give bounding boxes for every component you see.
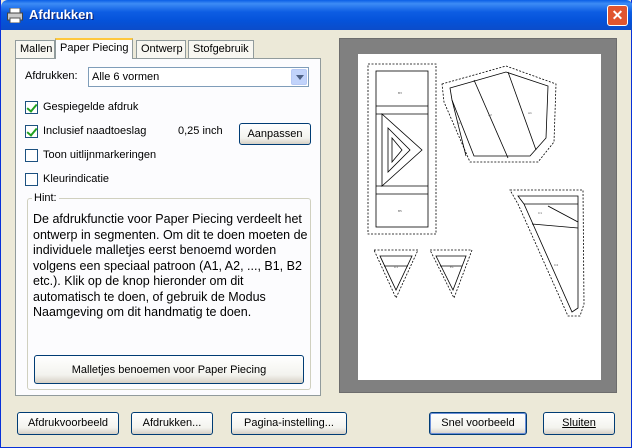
svg-text:A2: A2 — [488, 113, 492, 117]
tab-stofgebruik[interactable]: Stofgebruik — [188, 40, 254, 58]
print-select[interactable]: Alle 6 vormen — [88, 67, 309, 87]
page-setup-button[interactable]: Pagina-instelling... — [231, 412, 347, 435]
name-templates-button-label: Malletjes benoemen voor Paper Piecing — [71, 364, 267, 376]
name-templates-button[interactable]: Malletjes benoemen voor Paper Piecing — [34, 355, 304, 384]
preview-page: B3 B5 A2 A1 A3 C1 C4 D1 E1 — [358, 54, 601, 380]
print-preview-button-label: Afdrukvoorbeeld — [27, 417, 109, 429]
hint-text: De afdrukfunctie voor Paper Piecing verd… — [33, 212, 308, 319]
adjust-button-label: Aanpassen — [247, 128, 303, 140]
svg-text:E1: E1 — [450, 265, 454, 269]
quick-preview-button[interactable]: Snel voorbeeld — [429, 412, 527, 435]
svg-text:A1: A1 — [528, 111, 532, 115]
print-button[interactable]: Afdrukken... — [131, 412, 213, 435]
alignment-checkbox[interactable] — [25, 149, 38, 162]
mirrored-label[interactable]: Gespiegelde afdruk — [43, 101, 138, 113]
quick-preview-button-label: Snel voorbeeld — [441, 417, 515, 429]
svg-text:C1: C1 — [538, 211, 542, 215]
seam-checkbox[interactable] — [25, 125, 38, 138]
print-dialog: Afdrukken ✕ Mallen Paper Piecing Ontwerp… — [0, 0, 632, 448]
title-bar[interactable]: Afdrukken ✕ — [1, 0, 632, 30]
seam-label[interactable]: Inclusief naadtoeslag — [43, 125, 146, 137]
print-preview-button[interactable]: Afdrukvoorbeeld — [17, 412, 119, 435]
adjust-button[interactable]: Aanpassen — [239, 123, 311, 145]
svg-text:A3: A3 — [458, 121, 462, 125]
hint-legend: Hint: — [32, 192, 59, 204]
tab-ontwerp[interactable]: Ontwerp — [136, 40, 186, 58]
tab-paper-piecing[interactable]: Paper Piecing — [55, 38, 133, 59]
pattern-preview: B3 B5 A2 A1 A3 C1 C4 D1 E1 — [367, 63, 585, 317]
close-icon[interactable]: ✕ — [607, 5, 628, 26]
close-button-label: Sluiten — [562, 417, 596, 429]
color-label[interactable]: Kleurindicatie — [43, 173, 109, 185]
seam-value: 0,25 inch — [178, 125, 223, 137]
svg-text:C4: C4 — [554, 263, 558, 267]
window-title: Afdrukken — [29, 7, 94, 22]
print-button-label: Afdrukken... — [142, 417, 202, 429]
mirrored-checkbox[interactable] — [25, 101, 38, 114]
page-setup-button-label: Pagina-instelling... — [244, 417, 334, 429]
print-select-value: Alle 6 vormen — [92, 71, 160, 83]
chevron-down-icon[interactable] — [291, 69, 307, 85]
color-checkbox[interactable] — [25, 173, 38, 186]
alignment-label[interactable]: Toon uitlijnmarkeringen — [43, 149, 156, 161]
tab-mallen[interactable]: Mallen — [15, 40, 55, 58]
svg-text:B3: B3 — [398, 91, 402, 95]
print-label: Afdrukken: — [25, 70, 78, 82]
svg-text:B5: B5 — [398, 209, 402, 213]
close-button[interactable]: Sluiten — [543, 412, 615, 435]
printer-icon — [7, 8, 23, 23]
svg-text:D1: D1 — [394, 265, 398, 269]
